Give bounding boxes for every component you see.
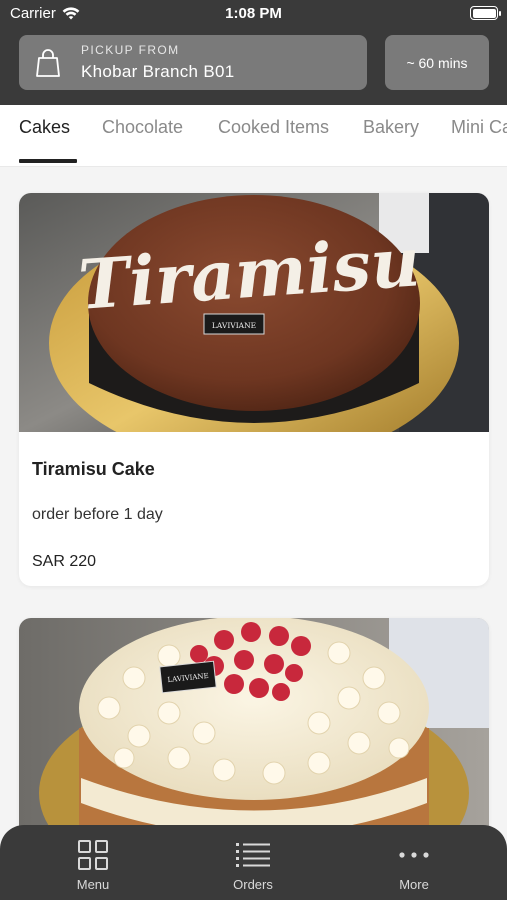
product-price: SAR 220 — [32, 553, 97, 570]
battery-icon — [470, 6, 501, 20]
pickup-location-button[interactable]: PICKUP FROM Khobar Branch B01 — [19, 35, 367, 90]
tab-mini-cakes[interactable]: Mini Ca — [451, 117, 507, 138]
nav-menu[interactable]: Menu — [43, 837, 143, 892]
product-note: order before 1 day — [32, 506, 163, 523]
eta-button[interactable]: ~ 60 mins — [385, 35, 489, 90]
tab-cakes[interactable]: Cakes — [19, 117, 70, 138]
pickup-label: PICKUP FROM — [81, 43, 180, 57]
list-icon — [236, 843, 270, 867]
tab-chocolate[interactable]: Chocolate — [102, 117, 183, 138]
active-tab-indicator — [19, 159, 77, 163]
shopping-bag-icon — [36, 49, 60, 77]
bottom-navigation: Menu Orders More — [0, 825, 507, 900]
more-dots-icon — [399, 852, 429, 858]
grid-icon — [78, 840, 108, 870]
brand-badge-text: LAVIVIANE — [212, 321, 256, 330]
product-image: Tiramisu LAVIVIANE — [19, 193, 489, 432]
nav-menu-label: Menu — [76, 877, 110, 892]
nav-more-label: More — [399, 877, 429, 892]
product-card[interactable]: Tiramisu LAVIVIANE Tiramisu Cake order b… — [19, 193, 489, 586]
product-name: Tiramisu Cake — [32, 459, 155, 479]
nav-orders[interactable]: Orders — [203, 837, 303, 892]
branch-name: Khobar Branch B01 — [81, 62, 235, 81]
nav-orders-label: Orders — [233, 877, 273, 892]
category-tabs: Cakes Chocolate Cooked Items Bakery Mini… — [0, 105, 507, 167]
tab-cooked-items[interactable]: Cooked Items — [218, 117, 329, 138]
top-header: Carrier 1:08 PM PICKUP FROM Khobar Branc… — [0, 0, 507, 105]
status-bar: Carrier 1:08 PM — [0, 0, 507, 28]
nav-more[interactable]: More — [364, 837, 464, 892]
tab-bakery[interactable]: Bakery — [363, 117, 419, 138]
clock: 1:08 PM — [225, 5, 282, 22]
